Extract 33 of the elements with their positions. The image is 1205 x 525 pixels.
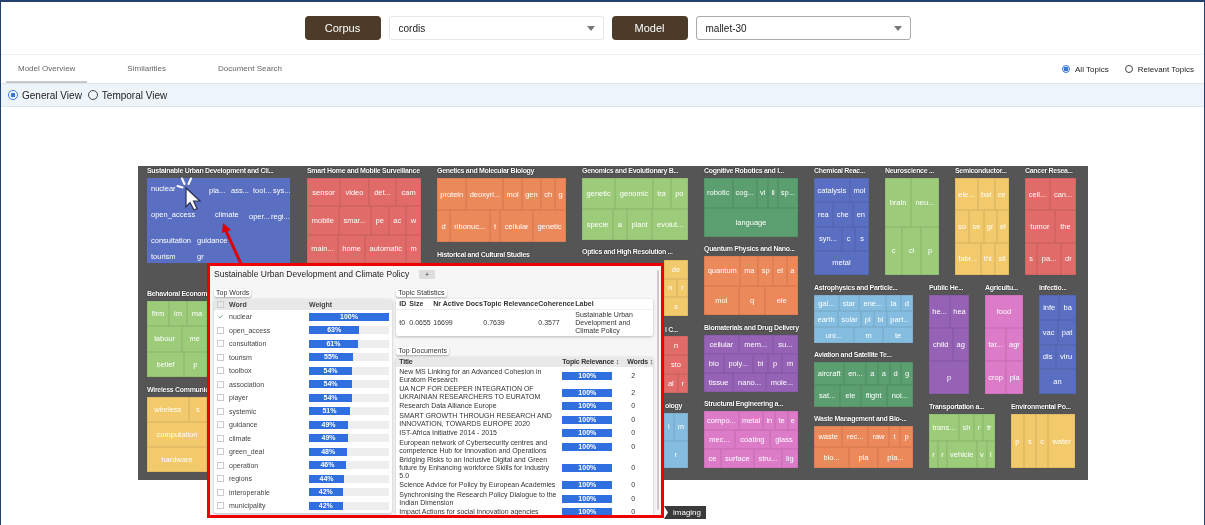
caret-icon: [893, 25, 902, 31]
cursor-icon: [176, 177, 202, 211]
panel-title: Sustainable Urban Development and Climate Policy: [214, 269, 410, 279]
checkbox[interactable]: [217, 448, 224, 456]
checkbox[interactable]: [217, 367, 224, 375]
checkbox[interactable]: [217, 407, 224, 415]
select-field[interactable]: cordis: [388, 16, 604, 40]
breadcrumb-item[interactable]: imaging: [664, 506, 706, 519]
checkbox[interactable]: [217, 475, 224, 483]
radio-option[interactable]: Temporal View: [87, 89, 168, 101]
radio-option[interactable]: Relevant Topics: [1124, 64, 1194, 74]
tab[interactable]: Similarities: [115, 55, 179, 83]
checkbox[interactable]: [217, 301, 224, 308]
scrollbar[interactable]: [657, 270, 659, 510]
checkbox[interactable]: [217, 326, 224, 334]
checkbox[interactable]: [217, 380, 224, 388]
checkbox[interactable]: [217, 434, 224, 442]
checkbox[interactable]: [217, 461, 224, 469]
check-icon: [218, 314, 223, 320]
select-field[interactable]: mallet-30: [695, 16, 911, 40]
radio-option[interactable]: All Topics: [1062, 64, 1109, 74]
radio-option[interactable]: General View: [8, 89, 82, 101]
checkbox[interactable]: [217, 502, 224, 510]
checkbox[interactable]: [217, 421, 224, 429]
corpus-button[interactable]: Corpus: [304, 16, 381, 40]
caret-icon: [586, 25, 595, 31]
checkbox[interactable]: [217, 394, 224, 402]
checkbox[interactable]: [217, 488, 224, 496]
tab[interactable]: Document Search: [206, 55, 295, 83]
checkbox[interactable]: [217, 353, 224, 361]
checkbox[interactable]: [217, 340, 224, 348]
model-button[interactable]: Model: [611, 16, 688, 40]
checkbox[interactable]: [217, 313, 224, 321]
